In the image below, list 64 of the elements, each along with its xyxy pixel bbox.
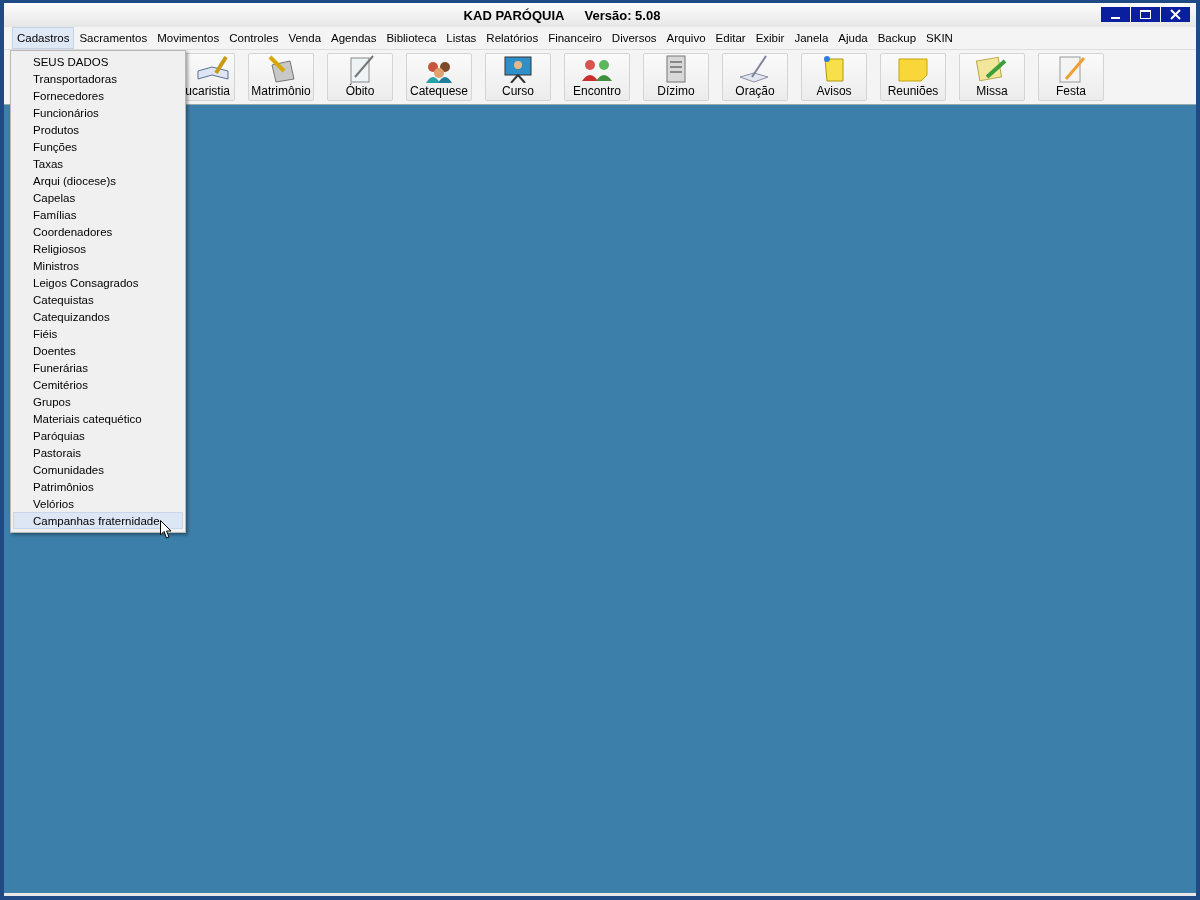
menu-item[interactable]: Backup: [872, 27, 922, 49]
menu-item[interactable]: Biblioteca: [381, 27, 442, 49]
dropdown-item[interactable]: Materiais catequético: [13, 410, 183, 427]
dropdown-item[interactable]: Pastorais: [13, 444, 183, 461]
menu-item[interactable]: Exibir: [750, 27, 790, 49]
dropdown-item[interactable]: Cemitérios: [13, 376, 183, 393]
dropdown-item[interactable]: Catequizandos: [13, 308, 183, 325]
window-title: KAD PARÓQUIA: [463, 7, 565, 23]
menu-item[interactable]: Cadastros: [12, 27, 75, 49]
dropdown-item[interactable]: Velórios: [13, 495, 183, 512]
toolbar-button[interactable]: Festa: [1038, 53, 1104, 101]
menu-item[interactable]: Editar: [710, 27, 751, 49]
menu-item[interactable]: Controles: [224, 27, 284, 49]
dropdown-item[interactable]: Leigos Consagrados: [13, 274, 183, 291]
dropdown-item[interactable]: Paróquias: [13, 427, 183, 444]
dropdown-item[interactable]: Fiéis: [13, 325, 183, 342]
close-icon[interactable]: [1161, 7, 1190, 22]
menu-item[interactable]: Agendas: [326, 27, 382, 49]
dropdown-item[interactable]: Patrimônios: [13, 478, 183, 495]
book-pen-icon: [196, 55, 230, 83]
toolbar-button[interactable]: Curso: [485, 53, 551, 101]
menu-item[interactable]: Movimentos: [152, 27, 225, 49]
dropdown-item[interactable]: Catequistas: [13, 291, 183, 308]
minimize-icon[interactable]: [1101, 7, 1130, 22]
dropdown-item[interactable]: Funerárias: [13, 359, 183, 376]
menu-item[interactable]: Sacramentos: [74, 27, 153, 49]
presentation-screen-icon: [501, 55, 535, 83]
dropdown-item[interactable]: Coordenadores: [13, 223, 183, 240]
toolbar-button[interactable]: Catequese: [406, 53, 472, 101]
menu-item[interactable]: SKIN: [921, 27, 958, 49]
menu-item[interactable]: Relatórios: [481, 27, 544, 49]
dropdown-item[interactable]: Doentes: [13, 342, 183, 359]
dropdown-item[interactable]: Comunidades: [13, 461, 183, 478]
maximize-icon[interactable]: [1131, 7, 1160, 22]
dropdown-item[interactable]: Arqui (diocese)s: [13, 172, 183, 189]
dropdown-item[interactable]: Taxas: [13, 155, 183, 172]
toolbar-button[interactable]: Encontro: [564, 53, 630, 101]
menu-item[interactable]: Listas: [441, 27, 482, 49]
dropdown-item[interactable]: Religiosos: [13, 240, 183, 257]
menu-item[interactable]: Janela: [789, 27, 834, 49]
menu-item[interactable]: Venda: [283, 27, 327, 49]
dropdown-item[interactable]: Funcionários: [13, 104, 183, 121]
notepad-pen-icon: [975, 55, 1009, 83]
toolbar-button[interactable]: Oração: [722, 53, 788, 101]
menu-item[interactable]: Diversos: [606, 27, 662, 49]
toolbar-button[interactable]: Avisos: [801, 53, 867, 101]
toolbar-button[interactable]: Matrimônio: [248, 53, 314, 101]
dropdown-item[interactable]: Ministros: [13, 257, 183, 274]
sticky-note-icon: [896, 55, 930, 83]
dropdown-item[interactable]: Campanhas fraternidade: [13, 512, 183, 529]
menu-item[interactable]: Financeiro: [543, 27, 607, 49]
dropdown-item[interactable]: Capelas: [13, 189, 183, 206]
dropdown-item[interactable]: Famílias: [13, 206, 183, 223]
version-label: Versão: 5.08: [584, 7, 661, 23]
toolbar-button[interactable]: Reuniões: [880, 53, 946, 101]
menu-item[interactable]: Ajuda: [833, 27, 873, 49]
menu-item[interactable]: Arquivo: [661, 27, 711, 49]
dropdown-item[interactable]: Funções: [13, 138, 183, 155]
dropdown-item[interactable]: Produtos: [13, 121, 183, 138]
dropdown-item[interactable]: Grupos: [13, 393, 183, 410]
mouse-pointer-icon: [160, 520, 172, 539]
toolbar-button[interactable]: Óbito: [327, 53, 393, 101]
toolbar-button[interactable]: Dízimo: [643, 53, 709, 101]
toolbar-button[interactable]: Missa: [959, 53, 1025, 101]
